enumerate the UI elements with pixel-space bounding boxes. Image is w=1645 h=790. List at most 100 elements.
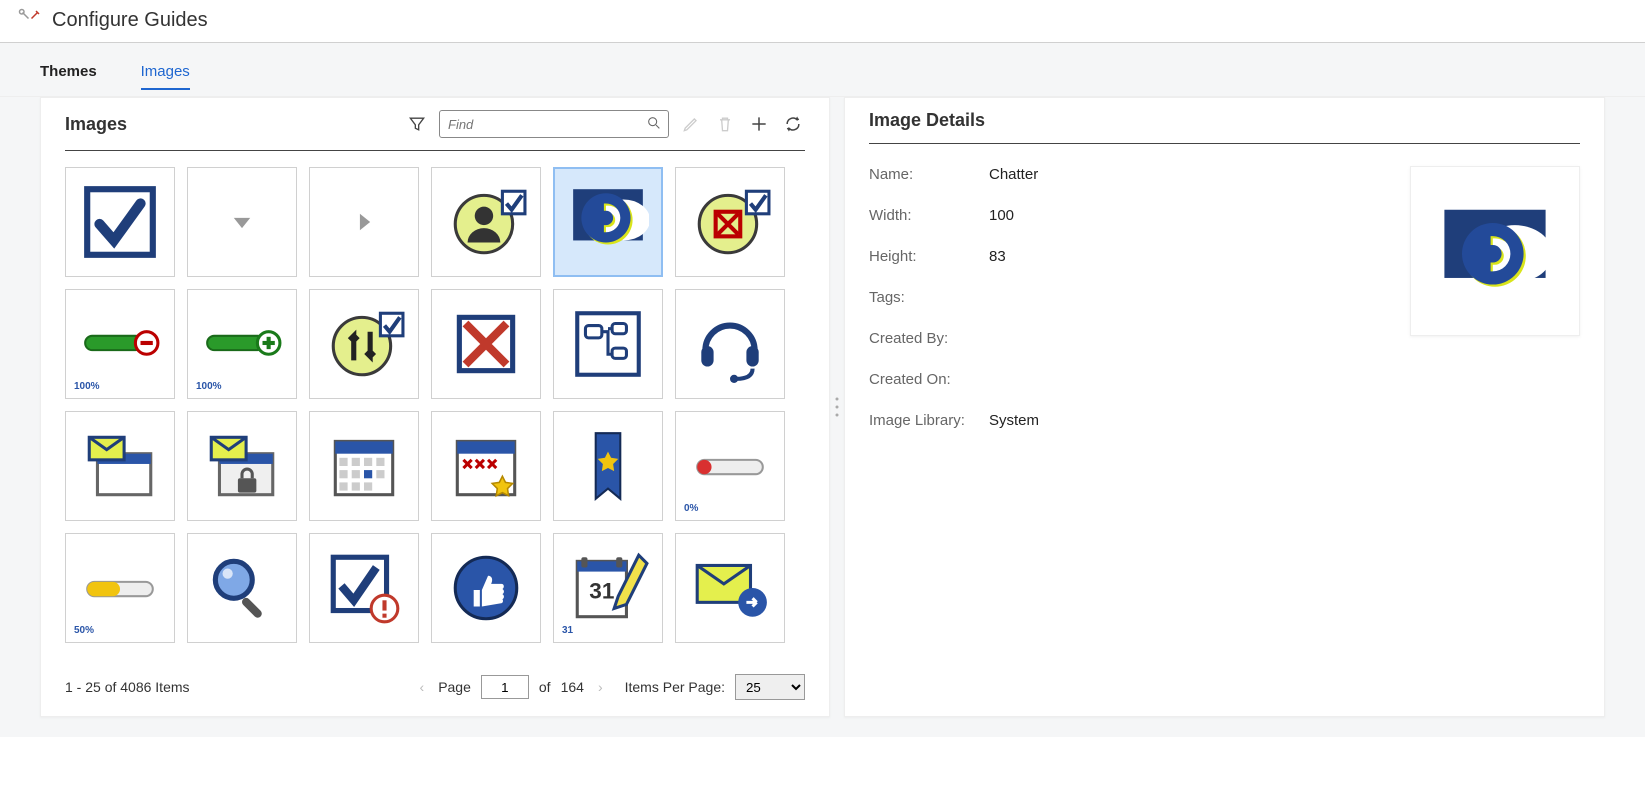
image-cell[interactable]: 50% bbox=[65, 533, 175, 643]
mail-forward-icon bbox=[689, 547, 771, 629]
filter-icon[interactable] bbox=[405, 112, 429, 136]
avatar-check-icon bbox=[445, 181, 527, 263]
per-page: Items Per Page: 25 bbox=[625, 674, 805, 700]
search-input-wrap bbox=[439, 110, 669, 138]
workspace: Images 100%100%0 bbox=[0, 97, 1645, 737]
edit-icon bbox=[679, 112, 703, 136]
image-cell-label: 0% bbox=[684, 503, 698, 514]
details-title: Image Details bbox=[869, 110, 1580, 144]
value-width: 100 bbox=[989, 207, 1039, 224]
bookmark-star-icon bbox=[567, 425, 649, 507]
per-page-label: Items Per Page: bbox=[625, 679, 725, 695]
tab-images[interactable]: Images bbox=[141, 63, 190, 90]
image-cell[interactable] bbox=[553, 167, 663, 277]
images-panel: Images 100%100%0 bbox=[40, 97, 830, 717]
label-height: Height: bbox=[869, 248, 989, 265]
image-preview bbox=[1410, 166, 1580, 336]
details-body: Name: Chatter Width: 100 Height: 83 Tags… bbox=[869, 166, 1580, 429]
image-cell[interactable] bbox=[65, 167, 175, 277]
search-icon[interactable] bbox=[646, 115, 662, 134]
pager: ‹ Page of 164 › bbox=[416, 675, 607, 699]
arrows-check-icon bbox=[323, 303, 405, 385]
value-created-by bbox=[989, 330, 1039, 347]
splitter-handle[interactable] bbox=[830, 97, 844, 717]
mail-window-lock-icon bbox=[201, 425, 283, 507]
images-panel-title: Images bbox=[65, 114, 127, 135]
image-cell[interactable] bbox=[187, 533, 297, 643]
image-cell[interactable]: 100% bbox=[65, 289, 175, 399]
total-pages: 164 bbox=[561, 679, 584, 695]
add-icon[interactable] bbox=[747, 112, 771, 136]
image-cell[interactable] bbox=[431, 289, 541, 399]
value-name: Chatter bbox=[989, 166, 1039, 183]
details-kv: Name: Chatter Width: 100 Height: 83 Tags… bbox=[869, 166, 1039, 429]
image-cell[interactable] bbox=[675, 533, 785, 643]
image-cell[interactable] bbox=[553, 289, 663, 399]
page-input[interactable] bbox=[481, 675, 529, 699]
calendar-icon bbox=[323, 425, 405, 507]
caret-right-icon bbox=[323, 181, 405, 263]
magnifier-icon bbox=[201, 547, 283, 629]
caret-down-icon bbox=[201, 181, 283, 263]
label-library: Image Library: bbox=[869, 412, 989, 429]
page-label: Page bbox=[438, 679, 471, 695]
image-cell[interactable] bbox=[187, 167, 297, 277]
search-input[interactable] bbox=[446, 116, 646, 133]
chatter-c-icon bbox=[567, 181, 649, 263]
image-cell[interactable] bbox=[675, 289, 785, 399]
image-cell[interactable] bbox=[187, 411, 297, 521]
value-tags bbox=[989, 289, 1039, 306]
image-cell[interactable] bbox=[309, 167, 419, 277]
tab-themes[interactable]: Themes bbox=[40, 63, 97, 88]
image-cell-label: 100% bbox=[74, 381, 100, 392]
progress-plus-icon bbox=[201, 303, 283, 385]
image-cell[interactable] bbox=[431, 411, 541, 521]
value-height: 83 bbox=[989, 248, 1039, 265]
red-x-icon bbox=[445, 303, 527, 385]
tools-icon bbox=[18, 8, 42, 32]
details-panel: Image Details Name: Chatter Width: 100 H… bbox=[844, 97, 1605, 717]
headset-icon bbox=[689, 303, 771, 385]
image-cell[interactable] bbox=[65, 411, 175, 521]
label-width: Width: bbox=[869, 207, 989, 224]
image-cell[interactable]: 31 bbox=[553, 533, 663, 643]
progress-minus-icon bbox=[79, 303, 161, 385]
delete-icon bbox=[713, 112, 737, 136]
image-grid[interactable]: 100% 100% 0% 50% 31 bbox=[65, 167, 805, 664]
value-created-on bbox=[989, 371, 1039, 388]
image-cell[interactable] bbox=[309, 289, 419, 399]
image-cell-label: 100% bbox=[196, 381, 222, 392]
check-icon bbox=[79, 181, 161, 263]
calendar-edit-icon bbox=[567, 547, 649, 629]
image-cell[interactable] bbox=[675, 167, 785, 277]
org-chart-icon bbox=[567, 303, 649, 385]
image-cell-label: 50% bbox=[74, 625, 94, 636]
item-range: 1 - 25 of 4086 Items bbox=[65, 679, 398, 695]
image-cell[interactable] bbox=[309, 411, 419, 521]
per-page-select[interactable]: 25 bbox=[735, 674, 805, 700]
label-created-on: Created On: bbox=[869, 371, 989, 388]
image-cell-label: 31 bbox=[562, 625, 573, 636]
image-grid-wrap: 100% 100% 0% 50% 31 bbox=[65, 167, 805, 664]
image-cell[interactable] bbox=[431, 533, 541, 643]
prev-page-icon[interactable]: ‹ bbox=[416, 675, 429, 699]
value-library: System bbox=[989, 412, 1039, 429]
image-cell[interactable]: 100% bbox=[187, 289, 297, 399]
page-header: Configure Guides bbox=[0, 0, 1645, 43]
calendar-star-icon bbox=[445, 425, 527, 507]
images-toolbar: Images bbox=[65, 110, 805, 151]
progress-red-icon bbox=[689, 425, 771, 507]
cross-check-icon bbox=[689, 181, 771, 263]
label-created-by: Created By: bbox=[869, 330, 989, 347]
refresh-icon[interactable] bbox=[781, 112, 805, 136]
tab-bar: Themes Images bbox=[0, 43, 1645, 97]
image-cell[interactable] bbox=[431, 167, 541, 277]
image-cell[interactable]: 0% bbox=[675, 411, 785, 521]
next-page-icon[interactable]: › bbox=[594, 675, 607, 699]
image-cell[interactable] bbox=[553, 411, 663, 521]
grid-footer: 1 - 25 of 4086 Items ‹ Page of 164 › Ite… bbox=[65, 674, 805, 700]
page-title: Configure Guides bbox=[52, 9, 208, 32]
progress-yellow-icon bbox=[79, 547, 161, 629]
image-cell[interactable] bbox=[309, 533, 419, 643]
of-label: of bbox=[539, 679, 551, 695]
